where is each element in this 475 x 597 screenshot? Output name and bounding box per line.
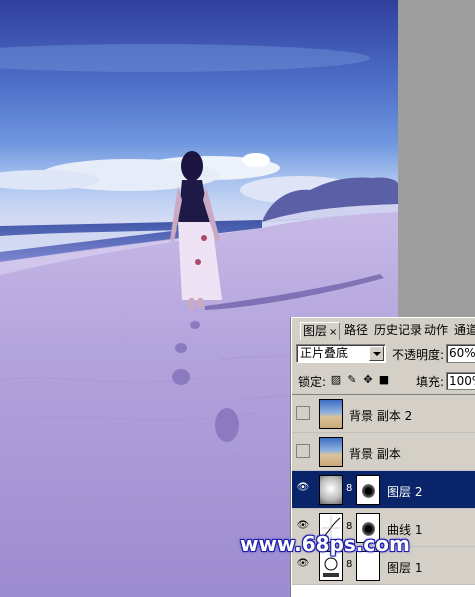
fill-field[interactable]: 100% [446,372,475,390]
panel-tabs: 图层× 路径 历史记录 动作 通道 [292,322,475,340]
link-icon[interactable]: 8 [346,483,352,495]
lock-all-icon[interactable]: ■ [378,374,390,386]
layer-row[interactable]: 背景 副本 2 [292,395,475,433]
layer-mask-thumbnail [356,475,380,505]
watermark: www.68ps.com [240,532,410,556]
layer-name: 图层 1 [387,561,423,575]
blend-row: 正片叠底 不透明度: 60% [296,344,475,364]
link-icon[interactable]: 8 [346,559,352,571]
lock-row: 锁定: ▨ ✎ ✥ ■ 填充: 100% [296,372,475,390]
tab-history[interactable]: 历史记录 [372,322,424,340]
visibility-toggle[interactable] [296,406,310,420]
chevron-down-icon[interactable] [369,346,384,361]
blend-mode-value: 正片叠底 [300,346,349,360]
opacity-field[interactable]: 60% [446,344,475,363]
eye-icon[interactable]: 👁 [296,558,310,572]
layer-name: 背景 副本 [349,447,401,461]
lock-transparency-icon[interactable]: ▨ [330,374,342,386]
tab-channels[interactable]: 通道 [452,322,475,340]
layer-row[interactable]: 背景 副本 [292,433,475,471]
layer-name: 图层 2 [387,485,423,499]
layer-thumbnail [319,437,343,467]
lock-move-icon[interactable]: ✥ [362,374,374,386]
eye-icon[interactable]: 👁 [296,482,310,496]
visibility-toggle[interactable] [296,444,310,458]
layer-name: 背景 副本 2 [349,409,413,423]
lock-label: 锁定: [298,375,327,389]
blend-mode-select[interactable]: 正片叠底 [296,344,386,363]
layer-thumbnail [319,475,343,505]
fill-label: 填充: [416,375,445,389]
tab-paths[interactable]: 路径 [342,322,370,340]
tab-layers-label: 图层 [303,324,328,338]
tab-actions[interactable]: 动作 [422,322,450,340]
layer-thumbnail [319,399,343,429]
lock-brush-icon[interactable]: ✎ [346,374,358,386]
opacity-label: 不透明度: [392,348,445,362]
tab-layers[interactable]: 图层 × [300,322,341,340]
workspace-background [398,0,475,317]
tab-close-icon[interactable]: × [329,327,337,338]
layer-row-selected[interactable]: 👁 8 图层 2 [292,471,475,509]
layers-list: 背景 副本 2 背景 副本 👁 8 图层 2 👁 8 曲线 1 👁 8 图层 1 [292,394,475,597]
